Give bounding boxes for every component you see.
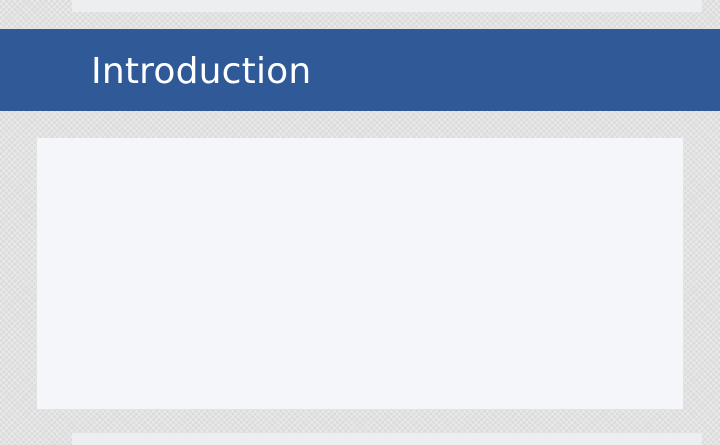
content-panel (37, 138, 683, 409)
next-card (72, 433, 702, 445)
previous-card (72, 0, 702, 12)
section-title: Introduction (91, 51, 312, 92)
